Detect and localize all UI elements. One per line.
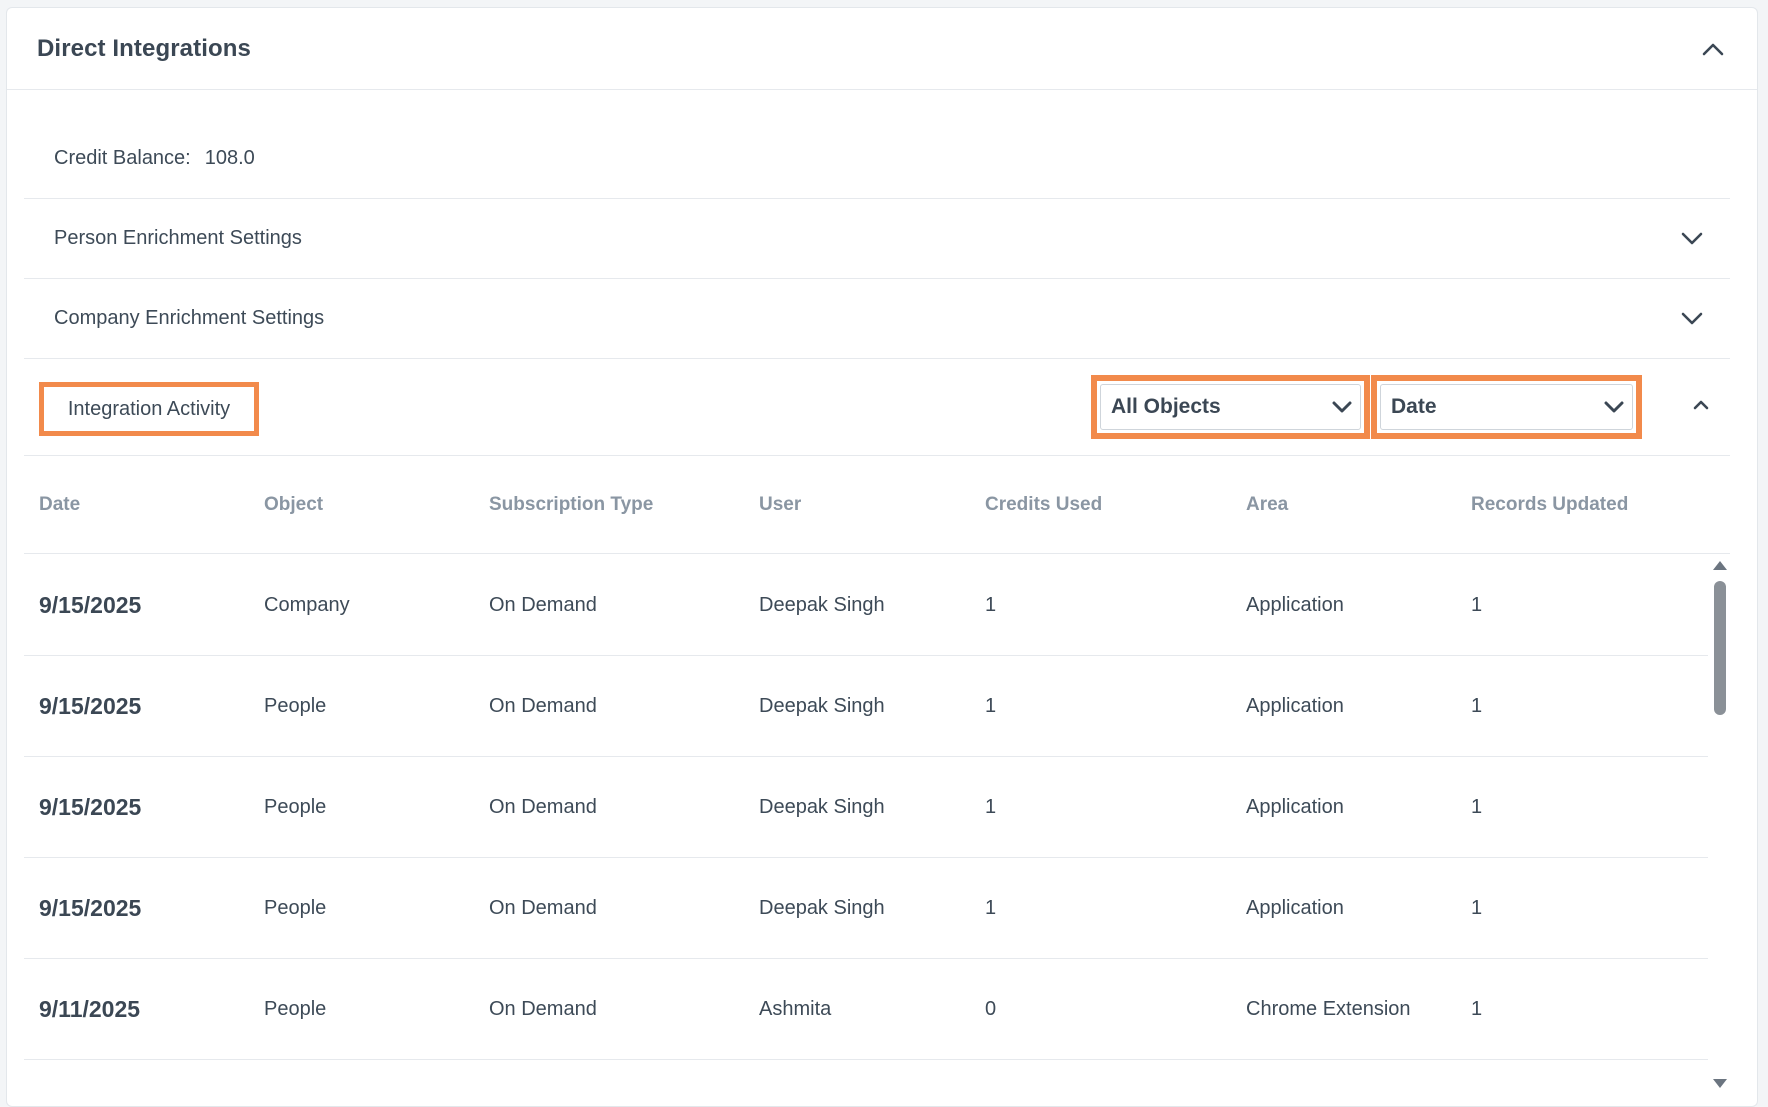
company-enrichment-settings-row[interactable]: Company Enrichment Settings <box>24 279 1730 359</box>
column-header-credits-used[interactable]: Credits Used <box>985 456 1102 554</box>
cell-object: People <box>264 795 327 818</box>
date-filter-value: Date <box>1391 395 1437 418</box>
chevron-down-icon <box>1604 401 1624 412</box>
column-header-area[interactable]: Area <box>1246 456 1288 554</box>
cell-date: 9/15/2025 <box>39 894 142 921</box>
table-scrollbar[interactable] <box>1710 555 1728 1088</box>
activity-table-header: Date Object Subscription Type User Credi… <box>24 456 1730 554</box>
cell-credits-used: 0 <box>985 997 997 1020</box>
table-row: 9/15/2025 Company On Demand Deepak Singh… <box>24 555 1708 656</box>
cell-records-updated: 1 <box>1471 795 1483 818</box>
credit-balance-row: Credit Balance: 108.0 <box>24 119 1730 199</box>
cell-records-updated: 1 <box>1471 694 1483 717</box>
collapse-activity-button[interactable] <box>1683 387 1719 423</box>
object-filter-highlight: All Objects <box>1091 375 1370 439</box>
cell-date: 9/15/2025 <box>39 692 142 719</box>
cell-object: People <box>264 896 327 919</box>
cell-credits-used: 1 <box>985 694 997 717</box>
chevron-down-icon <box>1332 401 1352 412</box>
chevron-up-icon <box>1693 400 1709 410</box>
cell-credits-used: 1 <box>985 795 997 818</box>
cell-area: Chrome Extension <box>1246 997 1411 1020</box>
date-filter-highlight: Date <box>1371 375 1642 439</box>
cell-subscription-type: On Demand <box>489 997 597 1020</box>
cell-credits-used: 1 <box>985 593 997 616</box>
cell-subscription-type: On Demand <box>489 694 597 717</box>
table-row: 9/11/2025 People On Demand Ashmita 0 Chr… <box>24 959 1708 1060</box>
column-header-user[interactable]: User <box>759 456 801 554</box>
collapse-panel-button[interactable] <box>1695 31 1731 67</box>
cell-credits-used: 1 <box>985 896 997 919</box>
cell-subscription-type: On Demand <box>489 795 597 818</box>
scrollbar-thumb[interactable] <box>1714 581 1726 715</box>
object-filter-select[interactable]: All Objects <box>1100 384 1361 430</box>
column-header-records-updated[interactable]: Records Updated <box>1471 456 1628 554</box>
object-filter-value: All Objects <box>1111 395 1221 418</box>
cell-date: 9/11/2025 <box>39 995 141 1022</box>
cell-date: 9/15/2025 <box>39 793 142 820</box>
cell-subscription-type: On Demand <box>489 593 597 616</box>
cell-object: People <box>264 997 327 1020</box>
credit-balance-value: 108.0 <box>204 147 255 169</box>
chevron-up-icon <box>1702 43 1724 55</box>
cell-user: Deepak Singh <box>759 593 885 616</box>
panel-header[interactable]: Direct Integrations <box>7 8 1757 90</box>
integration-activity-title: Integration Activity <box>67 397 231 420</box>
cell-user: Deepak Singh <box>759 896 885 919</box>
table-row: 9/15/2025 People On Demand Deepak Singh … <box>24 656 1708 757</box>
cell-area: Application <box>1246 795 1344 818</box>
table-row: 9/15/2025 People On Demand Deepak Singh … <box>24 858 1708 959</box>
cell-area: Application <box>1246 694 1344 717</box>
integration-activity-title-highlight: Integration Activity <box>39 382 259 436</box>
integration-activity-header: Integration Activity All Objects Date <box>24 359 1730 456</box>
cell-date: 9/15/2025 <box>39 591 142 618</box>
panel-title: Direct Integrations <box>37 34 251 62</box>
chevron-down-icon <box>1681 312 1703 324</box>
cell-area: Application <box>1246 896 1344 919</box>
column-header-date[interactable]: Date <box>39 456 80 554</box>
cell-user: Deepak Singh <box>759 694 885 717</box>
activity-table-body[interactable]: 9/15/2025 Company On Demand Deepak Singh… <box>24 555 1708 1087</box>
cell-area: Application <box>1246 593 1344 616</box>
cell-records-updated: 1 <box>1471 896 1483 919</box>
cell-user: Deepak Singh <box>759 795 885 818</box>
cell-object: Company <box>264 593 350 616</box>
cell-user: Ashmita <box>759 997 832 1020</box>
expand-person-settings-button[interactable] <box>1674 221 1710 257</box>
date-filter-select[interactable]: Date <box>1380 384 1633 430</box>
company-enrichment-settings-label: Company Enrichment Settings <box>54 307 325 329</box>
person-enrichment-settings-label: Person Enrichment Settings <box>54 227 302 249</box>
table-row: 9/15/2025 People On Demand Deepak Singh … <box>24 757 1708 858</box>
credit-balance-label: Credit Balance: <box>54 147 191 169</box>
column-header-object[interactable]: Object <box>264 456 323 554</box>
column-header-subscription-type[interactable]: Subscription Type <box>489 456 653 554</box>
cell-records-updated: 1 <box>1471 593 1483 616</box>
expand-company-settings-button[interactable] <box>1674 301 1710 337</box>
scroll-up-arrow-icon[interactable] <box>1713 561 1727 570</box>
cell-subscription-type: On Demand <box>489 896 597 919</box>
cell-records-updated: 1 <box>1471 997 1483 1020</box>
cell-object: People <box>264 694 327 717</box>
chevron-down-icon <box>1681 232 1703 244</box>
person-enrichment-settings-row[interactable]: Person Enrichment Settings <box>24 199 1730 279</box>
